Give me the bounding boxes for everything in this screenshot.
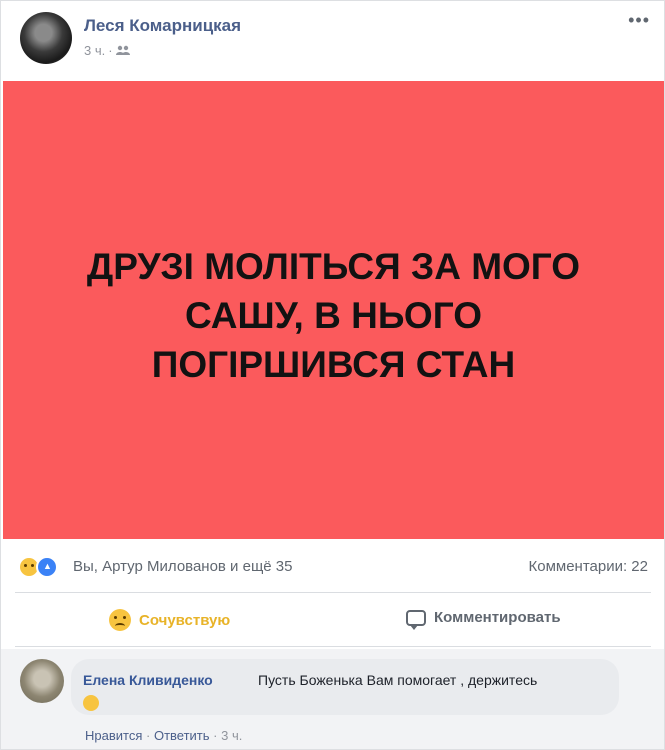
author-name[interactable]: Леся Комарницкая [84, 16, 241, 36]
friends-icon[interactable] [115, 43, 130, 58]
sympathy-button[interactable]: Сочувствую [109, 609, 230, 631]
disappointed-emoji-icon [83, 695, 99, 711]
sad-face-icon [109, 609, 131, 631]
comments-section: Елена Кливиденко Пусть Боженька Вам помо… [1, 649, 664, 749]
like-reaction-icon [36, 556, 58, 578]
post-banner: ДРУЗІ МОЛІТЬСЯ ЗА МОГО САШУ, В НЬОГО ПОГ… [3, 81, 664, 539]
comment-like-link[interactable]: Нравится [85, 728, 142, 743]
post-card: Леся Комарницкая 3 ч. · ••• ДРУЗІ МОЛІТЬ… [0, 0, 665, 750]
sympathy-label: Сочувствую [139, 611, 231, 629]
post-stats: Вы, Артур Милованов и ещё 35 Комментарии… [1, 547, 664, 585]
reactions-summary[interactable]: Вы, Артур Милованов и ещё 35 [73, 558, 293, 575]
divider [15, 592, 651, 593]
separator: · [146, 728, 154, 743]
reaction-icons[interactable] [18, 556, 74, 578]
comment-bubble-icon [406, 609, 426, 630]
commenter-name[interactable]: Елена Кливиденко [83, 672, 213, 688]
divider [15, 646, 651, 647]
comment-button[interactable]: Комментировать [406, 609, 561, 630]
banner-text: ДРУЗІ МОЛІТЬСЯ ЗА МОГО САШУ, В НЬОГО ПОГ… [86, 246, 581, 385]
separator: · [213, 728, 222, 743]
comment-text: Пусть Боженька Вам помогает , держитесь [258, 672, 538, 688]
comment-bubble: Елена Кливиденко Пусть Боженька Вам помо… [71, 659, 619, 715]
meta-separator: · [108, 43, 113, 58]
author-avatar[interactable] [20, 12, 72, 64]
comment-time[interactable]: 3 ч. [221, 728, 242, 743]
post-actions: Сочувствую Комментировать [1, 599, 664, 643]
post-header: Леся Комарницкая 3 ч. · ••• [1, 1, 664, 81]
more-options-icon[interactable]: ••• [628, 11, 650, 29]
commenter-avatar[interactable] [20, 659, 64, 703]
comment-label: Комментировать [434, 609, 561, 626]
comment-links: Нравится · Ответить · 3 ч. [85, 728, 242, 743]
post-meta: 3 ч. · [84, 43, 130, 58]
post-time[interactable]: 3 ч. [84, 43, 105, 58]
comments-count[interactable]: Комментарии: 22 [529, 558, 649, 575]
comment-reply-link[interactable]: Ответить [154, 728, 210, 743]
